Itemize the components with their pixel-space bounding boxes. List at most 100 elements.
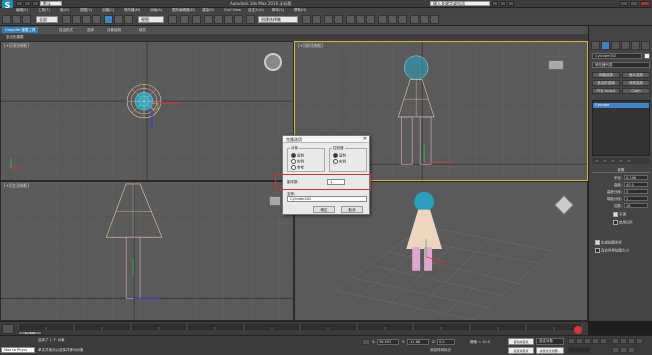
- configure-sets-icon[interactable]: [626, 159, 632, 163]
- coord-system-dropdown[interactable]: 视图: [138, 16, 164, 23]
- viewcube-icon[interactable]: [269, 196, 281, 206]
- modifier-button[interactable]: 网格选择: [592, 72, 620, 78]
- smooth-checkbox[interactable]: 平滑: [613, 212, 626, 218]
- viewport-label[interactable]: [+][左][线框]: [4, 183, 29, 189]
- lock-selection-icon[interactable]: [362, 339, 370, 345]
- rendered-frame-icon[interactable]: [388, 15, 397, 24]
- render-production-icon[interactable]: [398, 15, 407, 24]
- zoom-all-icon[interactable]: [620, 338, 627, 344]
- material-editor-icon[interactable]: [366, 15, 375, 24]
- search-input[interactable]: 键入关键字或短语: [430, 1, 490, 6]
- modifier-stack[interactable]: Cylinder: [592, 100, 650, 156]
- spinner-snap-icon[interactable]: [234, 15, 243, 24]
- sides-spinner[interactable]: 18: [624, 203, 648, 208]
- params-rollout-title[interactable]: 参数: [592, 168, 650, 173]
- create-tab-icon[interactable]: [591, 41, 600, 50]
- curve-editor-icon[interactable]: [346, 15, 355, 24]
- minimize-icon[interactable]: [620, 1, 628, 6]
- name-input[interactable]: Cylinder002: [287, 196, 367, 202]
- y-coord-field[interactable]: -11.88: [407, 339, 429, 345]
- close-icon[interactable]: [640, 1, 650, 6]
- stack-item[interactable]: Cylinder: [593, 103, 649, 108]
- help-icon[interactable]: [508, 1, 514, 6]
- front-view-head[interactable]: [404, 55, 429, 80]
- height-spinner[interactable]: 40.0: [624, 182, 648, 187]
- mirror-icon[interactable]: [302, 15, 311, 24]
- pan-icon[interactable]: [612, 347, 619, 353]
- remove-modifier-icon[interactable]: [618, 159, 624, 163]
- playback-icon[interactable]: [574, 326, 586, 334]
- selection-filter-dropdown[interactable]: 全部: [36, 16, 58, 23]
- snap-toggle-icon[interactable]: [204, 15, 213, 24]
- z-coord-field[interactable]: 0.0: [437, 339, 455, 345]
- figure-head[interactable]: [414, 191, 435, 212]
- graphite-toggle-icon[interactable]: [334, 15, 343, 24]
- viewport-left[interactable]: [+][左][线框]: [0, 181, 294, 321]
- star-icon[interactable]: [500, 1, 506, 6]
- edit-named-sets-icon[interactable]: [246, 15, 255, 24]
- radio-object-reference[interactable]: 参考: [291, 165, 304, 171]
- render-iterative-icon[interactable]: [410, 15, 419, 24]
- viewcube-icon[interactable]: [264, 53, 282, 71]
- active-shade-icon[interactable]: [420, 15, 429, 24]
- next-frame-icon[interactable]: [592, 338, 599, 344]
- modifier-button[interactable]: 体积选择: [622, 80, 650, 86]
- record-icon[interactable]: [574, 326, 582, 334]
- zoom-extents-icon[interactable]: [628, 338, 635, 344]
- select-by-name-icon[interactable]: [72, 15, 81, 24]
- rect-selection-icon[interactable]: [82, 15, 91, 24]
- modifier-button[interactable]: 面片选择: [622, 72, 650, 78]
- go-to-end-icon[interactable]: [600, 338, 607, 344]
- link-icon[interactable]: [22, 15, 31, 24]
- real-world-map-checkbox[interactable]: 真实世界贴图大小: [595, 248, 629, 254]
- maximize-icon[interactable]: [630, 1, 638, 6]
- object-name-field[interactable]: Cylinder002: [592, 53, 642, 59]
- dialog-close-icon[interactable]: ✕: [363, 136, 367, 143]
- viewport-top[interactable]: [+][顶][线框]: [0, 41, 294, 181]
- select-rotate-icon[interactable]: [114, 15, 123, 24]
- select-move-icon[interactable]: [104, 15, 113, 24]
- keyboard-shortcut-icon[interactable]: [192, 15, 201, 24]
- new-icon[interactable]: [16, 1, 23, 6]
- viewcube-icon[interactable]: [548, 60, 564, 70]
- ok-button[interactable]: 确定: [313, 206, 335, 213]
- percent-snap-icon[interactable]: [224, 15, 233, 24]
- select-object-icon[interactable]: [62, 15, 71, 24]
- named-selection-dropdown[interactable]: 创建选择集: [258, 16, 298, 23]
- add-time-tag[interactable]: 添加时间标记: [430, 348, 451, 353]
- ribbon-subtitle[interactable]: 多边形建模: [6, 35, 24, 40]
- utilities-tab-icon[interactable]: [641, 41, 650, 50]
- viewport-label[interactable]: [+][前][线框]: [298, 43, 323, 49]
- viewport-label[interactable]: [+][顶][线框]: [4, 43, 29, 49]
- fov-icon[interactable]: [636, 338, 643, 344]
- height-segments-spinner[interactable]: 5: [624, 189, 648, 194]
- radio-controller-instance[interactable]: 实例: [333, 159, 346, 165]
- auto-key-button[interactable]: 自动关键点: [508, 338, 534, 345]
- top-view-object[interactable]: [126, 84, 162, 119]
- select-scale-icon[interactable]: [124, 15, 133, 24]
- align-icon[interactable]: [312, 15, 321, 24]
- current-frame-field[interactable]: [568, 347, 590, 353]
- tab-freeform[interactable]: 自由形式: [56, 27, 76, 33]
- window-crossing-icon[interactable]: [92, 15, 101, 24]
- pin-stack-icon[interactable]: [594, 159, 600, 163]
- gen-mapping-checkbox[interactable]: 生成贴图坐标: [595, 240, 622, 246]
- go-to-start-icon[interactable]: [568, 338, 575, 344]
- radio-object-copy[interactable]: 复制: [291, 153, 304, 159]
- tab-graphite[interactable]: Graphite 建模工具: [2, 27, 39, 33]
- x-coord-field[interactable]: 36.903: [377, 339, 399, 345]
- pivot-center-icon[interactable]: [168, 15, 177, 24]
- a360-render-icon[interactable]: [430, 15, 439, 24]
- key-filters-button[interactable]: 关键点过滤器...: [536, 347, 564, 354]
- slice-checkbox[interactable]: 启用切片: [613, 220, 633, 226]
- copies-spinner[interactable]: 1: [327, 179, 345, 185]
- radius-spinner[interactable]: 8.296: [624, 175, 648, 180]
- display-tab-icon[interactable]: [631, 41, 640, 50]
- modify-tab-icon[interactable]: [601, 41, 610, 50]
- cap-segments-spinner[interactable]: 1: [624, 196, 648, 201]
- object-color-swatch[interactable]: [644, 53, 650, 59]
- hierarchy-tab-icon[interactable]: [611, 41, 620, 50]
- tab-populate[interactable]: 填充: [136, 27, 149, 33]
- binoculars-icon[interactable]: [492, 1, 498, 6]
- radio-object-instance[interactable]: 实例: [291, 159, 304, 165]
